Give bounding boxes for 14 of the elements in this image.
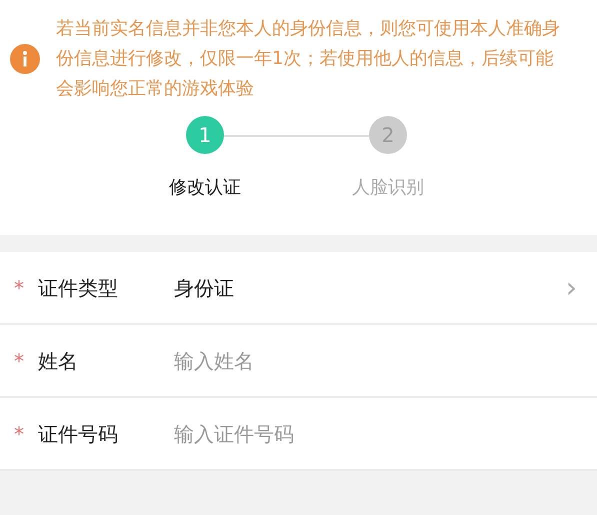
required-mark: * — [14, 422, 24, 446]
info-icon — [10, 44, 40, 74]
select-value[interactable]: 身份证 — [174, 272, 234, 302]
input-field[interactable]: 输入证件号码 — [174, 418, 577, 448]
required-mark: * — [14, 348, 24, 372]
step-label: 人脸识别 — [352, 176, 424, 200]
step-number: 1 — [186, 116, 224, 154]
field-label: 证件号码 — [38, 422, 118, 446]
notice-text: 若当前实名信息并非您本人的身份信息，则您可使用本人准确身份信息进行修改，仅限一年1次；若使用他人的信息，后续可能会影响您正常的游戏体验 — [56, 17, 561, 101]
step-label: 修改认证 — [169, 176, 241, 200]
required-mark: * — [14, 276, 24, 300]
field-label: 姓名 — [38, 348, 78, 372]
input-field[interactable]: 输入姓名 — [174, 346, 577, 376]
field-label: 证件类型 — [38, 276, 118, 300]
